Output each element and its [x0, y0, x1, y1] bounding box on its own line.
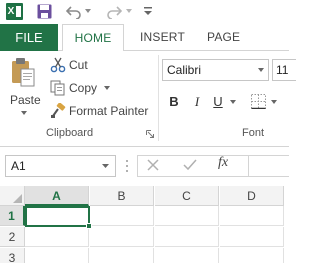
- select-all-button[interactable]: [0, 186, 25, 206]
- save-icon[interactable]: [37, 4, 52, 19]
- paste-button[interactable]: Paste: [10, 93, 41, 107]
- worksheet-grid: A B C D 1 2 3: [0, 186, 289, 263]
- undo-dropdown-icon[interactable]: [85, 9, 91, 14]
- paste-icon[interactable]: [10, 57, 36, 89]
- borders-icon[interactable]: [251, 94, 266, 109]
- row-header-2[interactable]: 2: [0, 227, 25, 247]
- copy-dropdown-icon[interactable]: [104, 86, 111, 90]
- cell-b2[interactable]: [90, 227, 154, 247]
- undo-icon[interactable]: [66, 4, 82, 19]
- format-painter-icon: [51, 103, 66, 118]
- insert-function-button[interactable]: fx: [218, 155, 228, 171]
- row-header-3[interactable]: 3: [0, 248, 25, 263]
- cell-c2[interactable]: [155, 227, 219, 247]
- copy-label: Copy: [69, 81, 98, 95]
- formula-bar: A1 fx: [0, 147, 289, 186]
- active-cell-selection[interactable]: [25, 206, 92, 229]
- name-box-value: A1: [11, 159, 26, 173]
- underline-button[interactable]: U: [210, 93, 226, 111]
- column-header-a[interactable]: A: [25, 186, 89, 206]
- ribbon-tabs: FILE HOME INSERT PAGE LAYOUT: [0, 24, 289, 71]
- bold-button[interactable]: B: [166, 93, 182, 111]
- row-header-1[interactable]: 1: [0, 206, 25, 226]
- column-header-c[interactable]: C: [155, 186, 219, 206]
- clipboard-group-label: Clipboard: [46, 127, 94, 139]
- tab-insert[interactable]: INSERT: [140, 24, 185, 51]
- excel-logo-icon: X: [6, 3, 23, 20]
- more-options-icon[interactable]: [125, 158, 129, 174]
- chevron-down-icon[interactable]: [258, 68, 264, 72]
- column-header-b[interactable]: B: [90, 186, 154, 206]
- format-painter-label: Format Painter: [69, 104, 149, 118]
- italic-button[interactable]: I: [189, 93, 205, 111]
- redo-dropdown-icon[interactable]: [126, 9, 132, 14]
- enter-icon[interactable]: [183, 158, 197, 172]
- tab-page-layout[interactable]: PAGE LAYOUT: [207, 24, 289, 71]
- cell-a3[interactable]: [25, 248, 89, 263]
- cancel-icon[interactable]: [146, 158, 160, 172]
- format-painter-button[interactable]: Format Painter: [50, 102, 148, 120]
- cut-button[interactable]: Cut: [50, 56, 88, 74]
- cell-a2[interactable]: [25, 227, 89, 247]
- chevron-down-icon[interactable]: [102, 164, 109, 168]
- cell-c1[interactable]: [155, 206, 219, 226]
- scissors-icon: [50, 57, 66, 73]
- fill-handle[interactable]: [86, 223, 92, 229]
- font-name-value: Calibri: [167, 63, 202, 77]
- font-size-value: 11: [276, 63, 289, 77]
- font-name-combobox[interactable]: Calibri: [162, 59, 269, 81]
- customize-toolbar-icon[interactable]: [143, 5, 153, 17]
- cell-d3[interactable]: [220, 248, 284, 263]
- dialog-launcher-icon[interactable]: [146, 130, 154, 138]
- font-group-label: Font: [242, 127, 265, 139]
- paste-dropdown-icon[interactable]: [21, 111, 27, 115]
- cell-b1[interactable]: [90, 206, 154, 226]
- underline-dropdown-icon[interactable]: [230, 100, 236, 104]
- redo-icon[interactable]: [106, 4, 122, 19]
- formula-input[interactable]: [248, 155, 289, 177]
- cell-b3[interactable]: [90, 248, 154, 263]
- column-header-d[interactable]: D: [220, 186, 284, 206]
- excel-logo-letter: X: [6, 5, 16, 18]
- tab-file[interactable]: FILE: [0, 24, 58, 51]
- borders-dropdown-icon[interactable]: [271, 100, 277, 104]
- cell-d1[interactable]: [220, 206, 284, 226]
- copy-icon: [50, 80, 65, 96]
- name-box[interactable]: A1: [5, 155, 116, 177]
- tab-home[interactable]: HOME: [62, 24, 124, 52]
- quick-access-toolbar: X: [0, 0, 289, 24]
- cut-label: Cut: [69, 58, 88, 72]
- font-size-combobox[interactable]: 11: [272, 59, 296, 81]
- ribbon-home: Paste Cut Copy Format Painter Clipboard: [0, 51, 296, 147]
- cell-d2[interactable]: [220, 227, 284, 247]
- cell-c3[interactable]: [155, 248, 219, 263]
- group-separator: [158, 55, 159, 141]
- copy-button[interactable]: Copy: [50, 79, 111, 97]
